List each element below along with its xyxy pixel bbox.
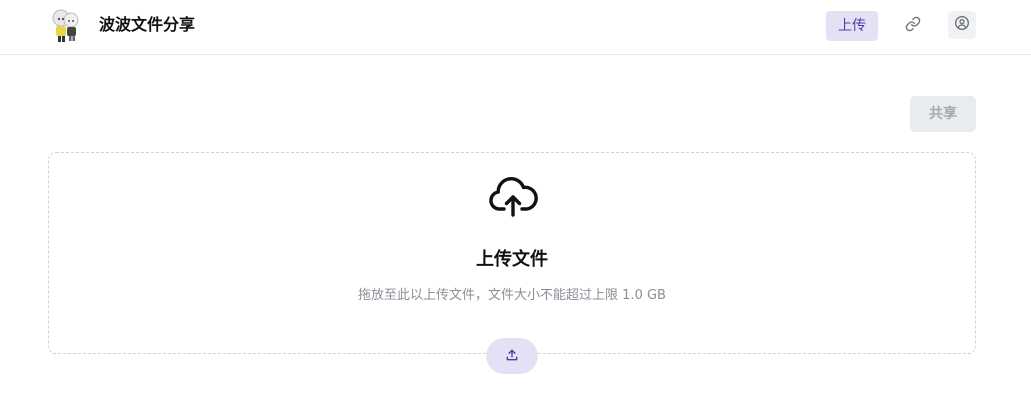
- share-button[interactable]: 共享: [910, 96, 976, 132]
- upload-fab-button[interactable]: [486, 338, 538, 374]
- upload-arrow-icon: [505, 347, 519, 366]
- dropzone-hint: 拖放至此以上传文件，文件大小不能超过上限 1.0 GB: [358, 288, 666, 303]
- nav-upload-button[interactable]: 上传: [826, 11, 878, 41]
- app-logo[interactable]: [50, 8, 82, 44]
- link-icon: [905, 16, 921, 36]
- dropzone-title: 上传文件: [476, 249, 548, 270]
- top-header: 波波文件分享 上传: [0, 0, 1031, 55]
- user-circle-icon: [954, 15, 970, 35]
- nav-user-button[interactable]: [948, 11, 976, 39]
- app-title: 波波文件分享: [99, 15, 196, 34]
- cloud-upload-icon: [488, 176, 538, 218]
- nav-link-button[interactable]: [898, 11, 928, 41]
